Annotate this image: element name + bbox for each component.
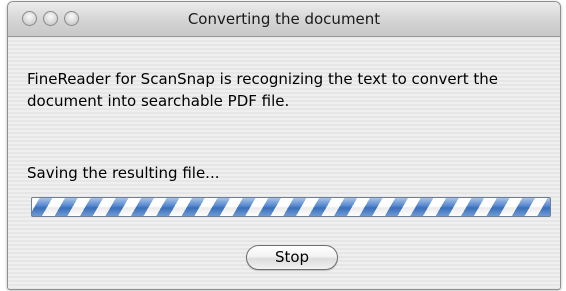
- window-title: Converting the document: [187, 10, 381, 28]
- conversion-dialog-window: Converting the document FineReader for S…: [7, 1, 561, 290]
- status-text: Saving the resulting file...: [27, 164, 220, 182]
- conversion-message: FineReader for ScanSnap is recognizing t…: [27, 70, 498, 110]
- title-bar[interactable]: Converting the document: [8, 2, 560, 37]
- indeterminate-progress-bar: [31, 197, 551, 217]
- stop-button[interactable]: Stop: [246, 245, 338, 270]
